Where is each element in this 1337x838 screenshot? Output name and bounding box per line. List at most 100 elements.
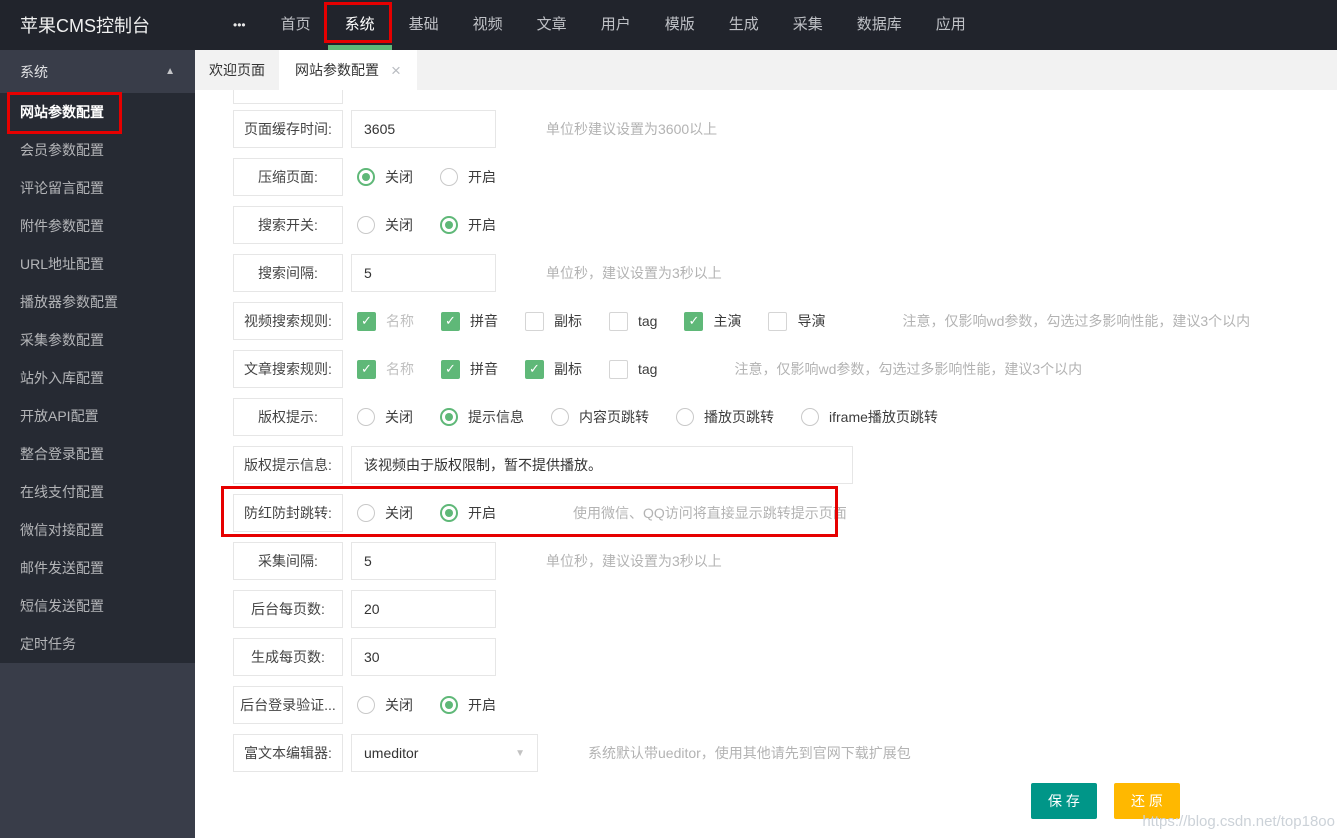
nav-item[interactable]: 应用	[919, 0, 983, 50]
nav-item[interactable]: 系统	[327, 0, 392, 50]
field-hint: 注意，仅影响wd参数，勾选过多影响性能，建议3个以内	[734, 361, 1083, 377]
sidebar-item[interactable]: 附件参数配置	[0, 207, 195, 245]
text-input[interactable]	[351, 446, 853, 484]
text-input[interactable]	[351, 638, 496, 676]
radio-option[interactable]: 关闭	[357, 167, 413, 187]
sidebar-item[interactable]: URL地址配置	[0, 245, 195, 283]
nav-item[interactable]: 基础	[392, 0, 456, 50]
nav-item[interactable]: 模版	[648, 0, 712, 50]
radio-option[interactable]: 播放页跳转	[676, 407, 774, 427]
form-row: 页面缓存时间: 单位秒建议设置为3600以上	[233, 110, 1337, 148]
form-row: 搜索开关: 关闭 开启	[233, 206, 1337, 244]
tab[interactable]: 网站参数配置 ×	[279, 50, 417, 90]
radio-option[interactable]: 开启	[440, 215, 496, 235]
checkbox-option[interactable]: tag	[609, 311, 657, 331]
radio-option[interactable]: 开启	[440, 695, 496, 715]
top-nav: 首页 系统 基础 视频 文章 用户 模版 生成 采集 数据库 应用	[264, 0, 983, 50]
checkbox-option[interactable]: ✓ 名称	[357, 311, 414, 331]
nav-item[interactable]: 数据库	[840, 0, 919, 50]
nav-item[interactable]: 文章	[520, 0, 584, 50]
nav-item[interactable]: 生成	[712, 0, 776, 50]
sidebar-item[interactable]: 评论留言配置	[0, 169, 195, 207]
tab-bar: 欢迎页面 网站参数配置 ×	[195, 50, 1337, 90]
text-input[interactable]	[351, 542, 496, 580]
radio-option[interactable]: 关闭	[357, 215, 413, 235]
form-row: 文章搜索规则: ✓ 名称 ✓ 拼音 ✓ 副标 tag 注意，仅影响wd参数，勾选过多影响性能，建…	[233, 350, 1337, 388]
sidebar-item[interactable]: 微信对接配置	[0, 511, 195, 549]
text-input[interactable]	[351, 110, 496, 148]
option-group: ✓ 名称 ✓ 拼音 ✓ 副标 tag	[357, 359, 684, 379]
radio-option[interactable]: 关闭	[357, 503, 413, 523]
tab-close-icon[interactable]: ×	[391, 62, 401, 79]
radio-option[interactable]: 关闭	[357, 695, 413, 715]
radio-icon	[440, 408, 458, 426]
save-button[interactable]: 保 存	[1031, 783, 1097, 819]
sidebar-item[interactable]: 定时任务	[0, 625, 195, 663]
more-menu-icon[interactable]: •••	[233, 18, 246, 32]
field-label: 后台每页数:	[233, 590, 343, 628]
checkbox-option[interactable]: ✓ 名称	[357, 359, 414, 379]
form-row: 生成每页数:	[233, 638, 1337, 676]
radio-option[interactable]: 开启	[440, 167, 496, 187]
checkbox-option[interactable]: 副标	[525, 311, 582, 331]
page: { "colors": { "accent_green": "#5FB878",…	[0, 0, 1337, 838]
field-label: 采集间隔:	[233, 542, 343, 580]
editor-select[interactable]: umeditor ▼	[351, 734, 538, 772]
radio-option[interactable]: 提示信息	[440, 407, 524, 427]
radio-label: 开启	[468, 217, 496, 233]
sidebar-group-header[interactable]: 系统 ▲	[0, 50, 195, 93]
field-label: 后台登录验证...	[233, 686, 343, 724]
chevron-down-icon: ▼	[515, 748, 525, 759]
checkbox-label: 主演	[713, 313, 742, 329]
text-input[interactable]	[351, 590, 496, 628]
field-label: 生成每页数:	[233, 638, 343, 676]
form-row: 防红防封跳转: 关闭 开启 使用微信、QQ访问将直接显示跳转提示页面	[233, 494, 1337, 532]
nav-item[interactable]: 首页	[264, 0, 328, 50]
form-row: 富文本编辑器: umeditor ▼ 系统默认带ueditor，使用其他请先到官网下载…	[233, 734, 1337, 772]
radio-icon	[801, 408, 819, 426]
sidebar-item[interactable]: 整合登录配置	[0, 435, 195, 473]
settings-form: 页面缓存时间:单位秒建议设置为3600以上压缩页面:关闭开启搜索开关:关闭开启搜…	[233, 110, 1337, 772]
field-label: 防红防封跳转:	[233, 494, 343, 532]
checkbox-label: 副标	[554, 361, 582, 377]
radio-label: 关闭	[385, 217, 413, 233]
sidebar-item[interactable]: 站外入库配置	[0, 359, 195, 397]
radio-option[interactable]: 关闭	[357, 407, 413, 427]
radio-icon	[676, 408, 694, 426]
sidebar-item[interactable]: 短信发送配置	[0, 587, 195, 625]
checkbox-option[interactable]: ✓ 拼音	[441, 311, 498, 331]
field-label: 页面缓存时间:	[233, 110, 343, 148]
text-input[interactable]	[351, 254, 496, 292]
field-label: 搜索开关:	[233, 206, 343, 244]
sidebar-item[interactable]: 采集参数配置	[0, 321, 195, 359]
tab[interactable]: 欢迎页面	[195, 50, 279, 90]
radio-label: 开启	[468, 169, 496, 185]
checkbox-icon	[525, 311, 544, 331]
checkbox-label: 拼音	[470, 361, 498, 377]
sidebar-item[interactable]: 开放API配置	[0, 397, 195, 435]
checkbox-label: 导演	[797, 313, 826, 329]
option-group: 关闭 提示信息 内容页跳转 播放页跳转 iframe播放页跳转	[357, 407, 965, 427]
radio-option[interactable]: 内容页跳转	[551, 407, 649, 427]
checkbox-label: 副标	[554, 313, 582, 329]
field-hint: 使用微信、QQ访问将直接显示跳转提示页面	[573, 505, 847, 521]
checkbox-option[interactable]: tag	[609, 359, 657, 379]
radio-option[interactable]: iframe播放页跳转	[801, 407, 938, 427]
main-area: 欢迎页面网站参数配置× 页面缓存时间: 单位秒建议设置为3600以上压缩页面: 关闭…	[195, 50, 1337, 838]
sidebar-item[interactable]: 在线支付配置	[0, 473, 195, 511]
sidebar-item[interactable]: 网站参数配置	[0, 93, 195, 131]
radio-option[interactable]: 开启	[440, 503, 496, 523]
nav-item[interactable]: 用户	[584, 0, 648, 50]
nav-item[interactable]: 采集	[776, 0, 840, 50]
sidebar-group-title: 系统	[20, 63, 48, 80]
sidebar-item[interactable]: 播放器参数配置	[0, 283, 195, 321]
clipped-row	[233, 90, 343, 104]
checkbox-option[interactable]: ✓ 拼音	[441, 359, 498, 379]
sidebar-item[interactable]: 会员参数配置	[0, 131, 195, 169]
radio-label: 关闭	[385, 505, 413, 521]
nav-item[interactable]: 视频	[456, 0, 520, 50]
checkbox-option[interactable]: ✓ 主演	[684, 311, 741, 331]
checkbox-option[interactable]: 导演	[768, 311, 825, 331]
sidebar-item[interactable]: 邮件发送配置	[0, 549, 195, 587]
checkbox-option[interactable]: ✓ 副标	[525, 359, 582, 379]
